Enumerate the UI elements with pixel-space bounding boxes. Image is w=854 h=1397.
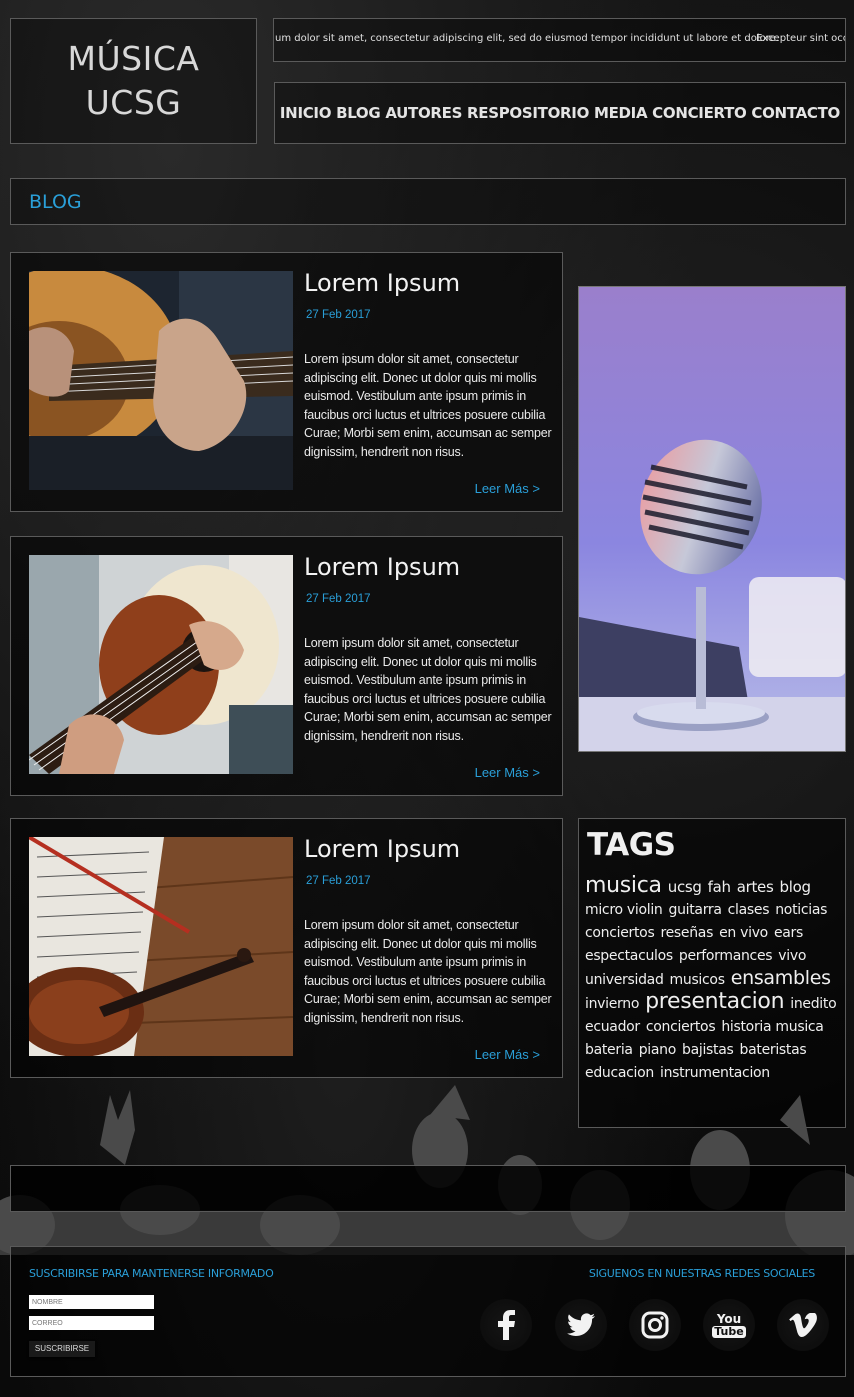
- name-input[interactable]: [29, 1295, 154, 1309]
- tag-link[interactable]: bateria: [585, 1042, 633, 1058]
- nav-item-contacto[interactable]: CONTACTO: [751, 104, 840, 122]
- youtube-icon-label: Tube: [712, 1324, 746, 1338]
- tag-link[interactable]: piano: [639, 1042, 677, 1058]
- nav-item-repositorio[interactable]: RESPOSITORIO: [467, 104, 589, 122]
- nav-item-concierto[interactable]: CONCIERTO: [652, 104, 747, 122]
- page-title: BLOG: [29, 191, 82, 213]
- twitter-icon[interactable]: [555, 1299, 607, 1351]
- tag-link[interactable]: conciertos: [646, 1019, 716, 1035]
- tag-link[interactable]: espectaculos: [585, 948, 673, 964]
- tag-link[interactable]: en vivo: [719, 925, 768, 941]
- tag-link[interactable]: instrumentacion: [660, 1065, 770, 1081]
- tag-link[interactable]: universidad: [585, 972, 664, 988]
- news-ticker: um dolor sit amet, consectetur adipiscin…: [273, 18, 846, 62]
- social-label: SIGUENOS EN NUESTRAS REDES SOCIALES: [588, 1267, 815, 1280]
- post-title[interactable]: Lorem Ipsum: [304, 269, 460, 297]
- tag-link[interactable]: reseñas: [660, 925, 713, 941]
- tag-link[interactable]: presentacion: [645, 989, 784, 1014]
- ticker-text: Excepteur sint occaec: [756, 33, 845, 44]
- tag-link[interactable]: educacion: [585, 1065, 654, 1081]
- tag-link[interactable]: ensambles: [731, 967, 831, 989]
- subscribe-button[interactable]: SUSCRIBIRSE: [29, 1341, 95, 1357]
- read-more-link[interactable]: Leer Más >: [475, 481, 540, 496]
- post-date: 27 Feb 2017: [306, 309, 371, 321]
- read-more-link[interactable]: Leer Más >: [475, 765, 540, 780]
- logo-line-2: UCSG: [85, 83, 182, 122]
- post-image-violin[interactable]: [29, 837, 293, 1056]
- sidebar-microphone-image[interactable]: [578, 286, 846, 752]
- logo-line-1: MÚSICA: [67, 39, 200, 78]
- footer-top-bar: [10, 1165, 846, 1212]
- post-excerpt: Lorem ipsum dolor sit amet, consectetur …: [304, 636, 552, 743]
- tag-link[interactable]: performances: [679, 948, 773, 964]
- tag-link[interactable]: guitarra: [668, 902, 721, 918]
- tag-link[interactable]: inedito: [790, 996, 836, 1012]
- post-title[interactable]: Lorem Ipsum: [304, 835, 460, 863]
- youtube-icon-label: You: [716, 1311, 742, 1326]
- page-title-bar: BLOG: [10, 178, 846, 225]
- tag-link[interactable]: musicos: [670, 972, 725, 988]
- facebook-icon[interactable]: [480, 1299, 532, 1351]
- read-more-link[interactable]: Leer Más >: [475, 1047, 540, 1062]
- post-date: 27 Feb 2017: [306, 875, 371, 887]
- vimeo-icon[interactable]: [777, 1299, 829, 1351]
- email-input[interactable]: [29, 1316, 154, 1330]
- nav-item-media[interactable]: MEDIA: [594, 104, 648, 122]
- tag-link[interactable]: musica: [585, 873, 662, 898]
- subscribe-label: SUSCRIBIRSE PARA MANTENERSE INFORMADO: [29, 1267, 274, 1280]
- tag-link[interactable]: historia musica: [721, 1019, 824, 1035]
- tag-link[interactable]: blog: [780, 878, 812, 896]
- nav-item-inicio[interactable]: INICIO: [280, 104, 332, 122]
- youtube-icon[interactable]: You Tube: [703, 1299, 755, 1351]
- post-image-acoustic-guitar[interactable]: [29, 555, 293, 774]
- tag-link[interactable]: bateristas: [740, 1042, 807, 1058]
- tag-link[interactable]: micro violin: [585, 902, 663, 918]
- blog-post: Lorem Ipsum 27 Feb 2017 Lorem ipsum dolo…: [10, 818, 563, 1078]
- tags-title: TAGS: [587, 827, 676, 863]
- post-image-guitar[interactable]: [29, 271, 293, 490]
- tag-link[interactable]: bajistas: [682, 1042, 734, 1058]
- blog-post: Lorem Ipsum 27 Feb 2017 Lorem ipsum dolo…: [10, 252, 563, 512]
- main-nav: INICIO BLOG AUTORES RESPOSITORIO MEDIA C…: [274, 82, 846, 144]
- tag-link[interactable]: artes: [737, 878, 774, 896]
- post-date: 27 Feb 2017: [306, 593, 371, 605]
- tag-link[interactable]: ucsg: [668, 878, 702, 896]
- nav-item-blog[interactable]: BLOG: [336, 104, 381, 122]
- tag-link[interactable]: fah: [708, 878, 731, 896]
- tag-link[interactable]: ears: [774, 925, 803, 941]
- tag-link[interactable]: vivo: [778, 948, 806, 964]
- site-logo[interactable]: MÚSICA UCSG: [10, 18, 257, 144]
- tag-link[interactable]: noticias: [775, 902, 827, 918]
- tag-link[interactable]: conciertos: [585, 925, 655, 941]
- tags-widget: TAGS musica ucsg fah artes blog micro violin…: [578, 818, 846, 1128]
- blog-post: Lorem Ipsum 27 Feb 2017 Lorem ipsum dolo…: [10, 536, 563, 796]
- nav-item-autores[interactable]: AUTORES: [385, 104, 462, 122]
- tag-link[interactable]: invierno: [585, 996, 639, 1012]
- post-excerpt: Lorem ipsum dolor sit amet, consectetur …: [304, 918, 552, 1025]
- site-footer: SUSCRIBIRSE PARA MANTENERSE INFORMADO SU…: [10, 1246, 846, 1377]
- tag-link[interactable]: clases: [728, 902, 770, 918]
- instagram-icon[interactable]: [629, 1299, 681, 1351]
- post-excerpt: Lorem ipsum dolor sit amet, consectetur …: [304, 352, 552, 459]
- tag-link[interactable]: ecuador: [585, 1019, 640, 1035]
- post-title[interactable]: Lorem Ipsum: [304, 553, 460, 581]
- tag-cloud: musica ucsg fah artes blog micro violin guita…: [585, 875, 845, 1084]
- ticker-text: um dolor sit amet, consectetur adipiscin…: [275, 33, 779, 44]
